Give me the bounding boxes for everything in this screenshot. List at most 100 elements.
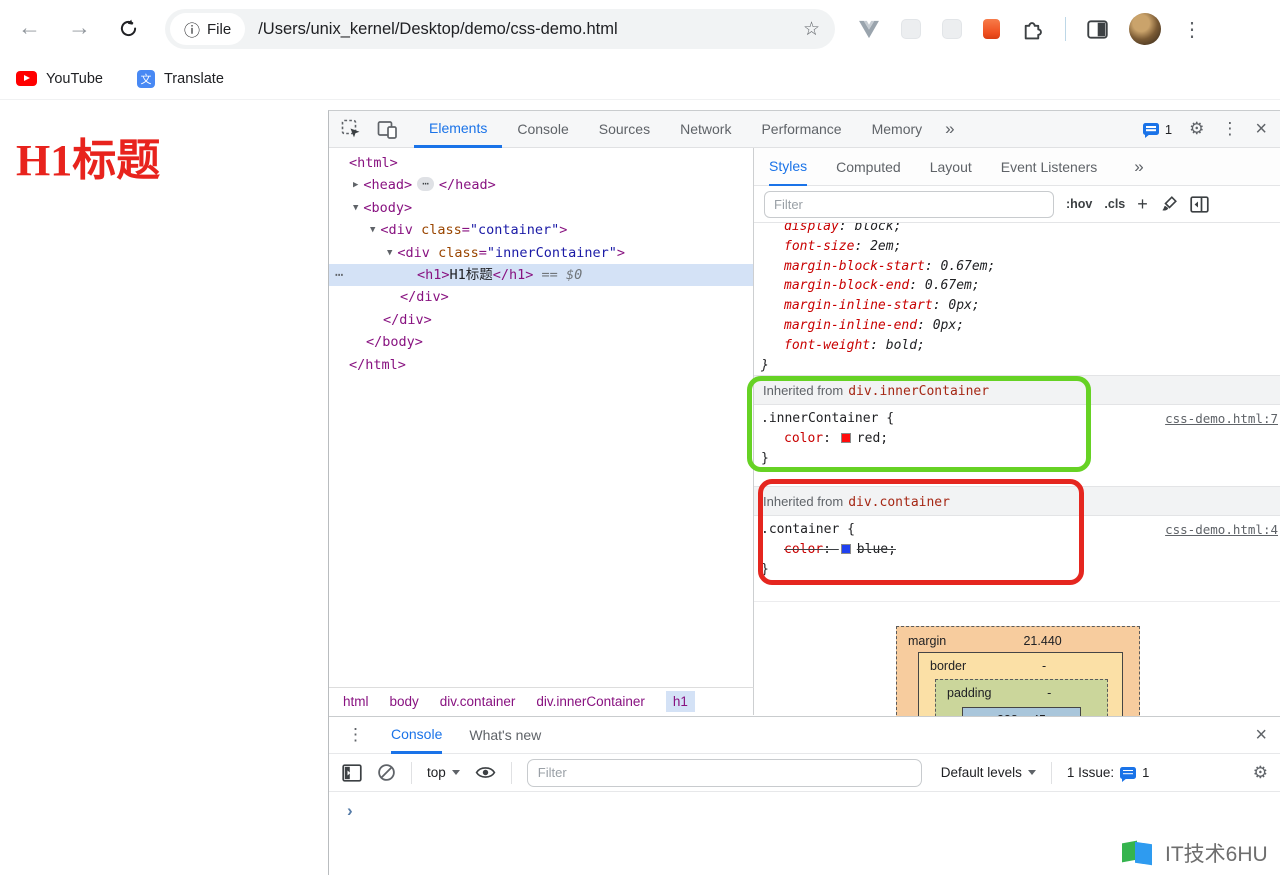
box-model-padding-top-value[interactable]: -	[992, 682, 1108, 704]
watermark-logo-icon	[1122, 839, 1158, 867]
user-agent-h1-rule[interactable]: display: block; font-size: 2em; margin-b…	[754, 223, 1280, 375]
dom-node-html-close[interactable]: </html>	[329, 354, 753, 376]
tab-event-listeners[interactable]: Event Listeners	[1001, 148, 1098, 186]
device-toolbar-icon[interactable]	[377, 120, 398, 139]
devtools-menu-kebab-icon[interactable]: ⋮	[1221, 119, 1238, 139]
forward-icon[interactable]: →	[68, 14, 91, 41]
dom-node-div-innercontainer-open[interactable]: ▼<div class="innerContainer">	[329, 242, 753, 264]
box-model-border[interactable]: border - padding - 328 × 45	[918, 652, 1123, 716]
source-link-7[interactable]: css-demo.html:7	[1165, 409, 1278, 429]
tab-network[interactable]: Network	[665, 111, 746, 148]
messages-badge[interactable]: 1	[1143, 122, 1172, 137]
box-model-padding[interactable]: padding - 328 × 45	[935, 679, 1108, 716]
tab-memory[interactable]: Memory	[857, 111, 938, 148]
extension-icon-3[interactable]	[983, 19, 1000, 39]
tab-console[interactable]: Console	[502, 111, 583, 148]
console-prompt-chevron[interactable]: ›	[347, 801, 353, 821]
issues-counter[interactable]: 1 Issue: 1	[1067, 765, 1150, 780]
devtools-settings-gear-icon[interactable]: ⚙	[1189, 119, 1204, 139]
clear-console-icon[interactable]	[377, 763, 396, 782]
extensions-puzzle-icon[interactable]	[1021, 18, 1044, 41]
breadcrumb-div-container[interactable]: div.container	[440, 694, 516, 709]
message-icon	[1143, 123, 1159, 135]
dom-node-div-container-close[interactable]: </div>	[329, 309, 753, 331]
declaration-color-blue-overridden[interactable]: color: blue;	[754, 540, 1280, 560]
breadcrumb-h1[interactable]: h1	[666, 691, 695, 712]
dom-node-html-open[interactable]: <html>	[329, 152, 753, 174]
devtools-panel: Elements Console Sources Network Perform…	[328, 110, 1280, 875]
declaration-color-red[interactable]: color: red;	[754, 429, 1280, 449]
dom-node-h1-selected[interactable]: ⋯ <h1>H1标题</h1> == $0	[329, 264, 753, 286]
dock-sidebar-icon[interactable]	[1190, 196, 1209, 213]
box-model-separator	[754, 601, 1280, 602]
rendering-brush-icon[interactable]	[1160, 195, 1178, 213]
live-expression-eye-icon[interactable]	[475, 765, 496, 780]
page-heading: H1标题	[16, 124, 160, 188]
toggle-pseudo-button[interactable]: :hov	[1066, 197, 1092, 211]
drawer-tab-console[interactable]: Console	[391, 717, 442, 754]
tab-elements[interactable]: Elements	[414, 111, 502, 148]
inherited-from-innercontainer-header: Inherited fromdiv.innerContainer	[754, 375, 1280, 405]
inherited-node-link-container[interactable]: div.container	[848, 495, 950, 510]
box-model-margin-label: margin	[897, 630, 946, 652]
new-style-rule-icon[interactable]: +	[1137, 197, 1148, 211]
dom-node-body-open[interactable]: ▼<body>	[329, 197, 753, 219]
styles-pane: Styles Computed Layout Event Listeners »…	[754, 148, 1280, 716]
dom-node-div-innercontainer-close[interactable]: </div>	[329, 286, 753, 308]
breadcrumb-div-innercontainer[interactable]: div.innerContainer	[536, 694, 645, 709]
console-sidebar-icon[interactable]	[342, 764, 362, 782]
url-text[interactable]: /Users/unix_kernel/Desktop/demo/css-demo…	[258, 20, 617, 39]
dom-node-div-container-open[interactable]: ▼<div class="container">	[329, 219, 753, 241]
issue-message-icon	[1120, 767, 1136, 779]
source-link-4[interactable]: css-demo.html:4	[1165, 520, 1278, 540]
execution-context-selector[interactable]: top	[427, 765, 460, 780]
bookmark-youtube-label: YouTube	[46, 71, 103, 87]
bookmark-youtube[interactable]: YouTube	[16, 71, 103, 87]
log-levels-selector[interactable]: Default levels	[941, 765, 1036, 780]
dom-breadcrumb: html body div.container div.innerContain…	[329, 687, 754, 715]
box-model-margin-top-value[interactable]: 21.440	[946, 630, 1139, 652]
box-model-content-size[interactable]: 328 × 45	[962, 707, 1081, 716]
box-model-border-top-value[interactable]: -	[966, 655, 1122, 677]
more-tabs-icon[interactable]: »	[937, 119, 962, 139]
inherited-node-link-innercontainer[interactable]: div.innerContainer	[848, 384, 989, 399]
profile-avatar[interactable]	[1129, 13, 1161, 45]
rule-selector-innercontainer[interactable]: .innerContainer {	[761, 409, 894, 429]
drawer-tab-whats-new[interactable]: What's new	[469, 717, 541, 754]
console-settings-gear-icon[interactable]: ⚙	[1253, 763, 1268, 783]
tab-performance[interactable]: Performance	[746, 111, 856, 148]
box-model-margin[interactable]: margin 21.440 border - padding - 328 × 4…	[896, 626, 1140, 716]
bookmark-star-icon[interactable]: ☆	[803, 18, 820, 41]
reload-icon[interactable]	[118, 18, 139, 39]
console-filter-input[interactable]	[527, 759, 922, 787]
toggle-class-button[interactable]: .cls	[1104, 197, 1125, 211]
breadcrumb-body[interactable]: body	[390, 694, 419, 709]
tab-sources[interactable]: Sources	[584, 111, 665, 148]
node-menu-dots-icon[interactable]: ⋯	[335, 264, 344, 286]
more-subtabs-icon[interactable]: »	[1126, 157, 1151, 177]
browser-menu-kebab-icon[interactable]: ⋮	[1182, 17, 1202, 42]
back-icon[interactable]: ←	[18, 14, 41, 41]
styles-filter-input[interactable]	[764, 191, 1054, 218]
bookmark-translate-label: Translate	[164, 71, 224, 87]
rule-selector-container[interactable]: .container {	[761, 520, 855, 540]
dom-node-body-close[interactable]: </body>	[329, 331, 753, 353]
inspect-element-icon[interactable]	[341, 119, 361, 139]
drawer-close-icon[interactable]: ×	[1255, 724, 1267, 747]
tab-layout[interactable]: Layout	[930, 148, 972, 186]
tab-computed[interactable]: Computed	[836, 148, 901, 186]
info-icon[interactable]: ⓘ	[184, 17, 200, 41]
extension-icon-2[interactable]	[942, 19, 962, 39]
address-bar[interactable]: ⓘ File /Users/unix_kernel/Desktop/demo/c…	[165, 9, 835, 49]
drawer-tabbar: ⋮ Console What's new ×	[329, 717, 1280, 754]
extension-icon-1[interactable]	[901, 19, 921, 39]
devtools-close-icon[interactable]: ×	[1255, 118, 1267, 141]
vue-devtools-icon[interactable]	[858, 20, 880, 39]
breadcrumb-html[interactable]: html	[343, 694, 369, 709]
tab-styles[interactable]: Styles	[769, 148, 807, 186]
drawer-menu-kebab-icon[interactable]: ⋮	[347, 725, 364, 745]
devtools-tabbar: Elements Console Sources Network Perform…	[329, 111, 1280, 148]
dom-node-head[interactable]: ▶<head>⋯</head>	[329, 174, 753, 196]
side-panel-icon[interactable]	[1087, 20, 1108, 39]
bookmark-translate[interactable]: 文 Translate	[137, 70, 224, 88]
